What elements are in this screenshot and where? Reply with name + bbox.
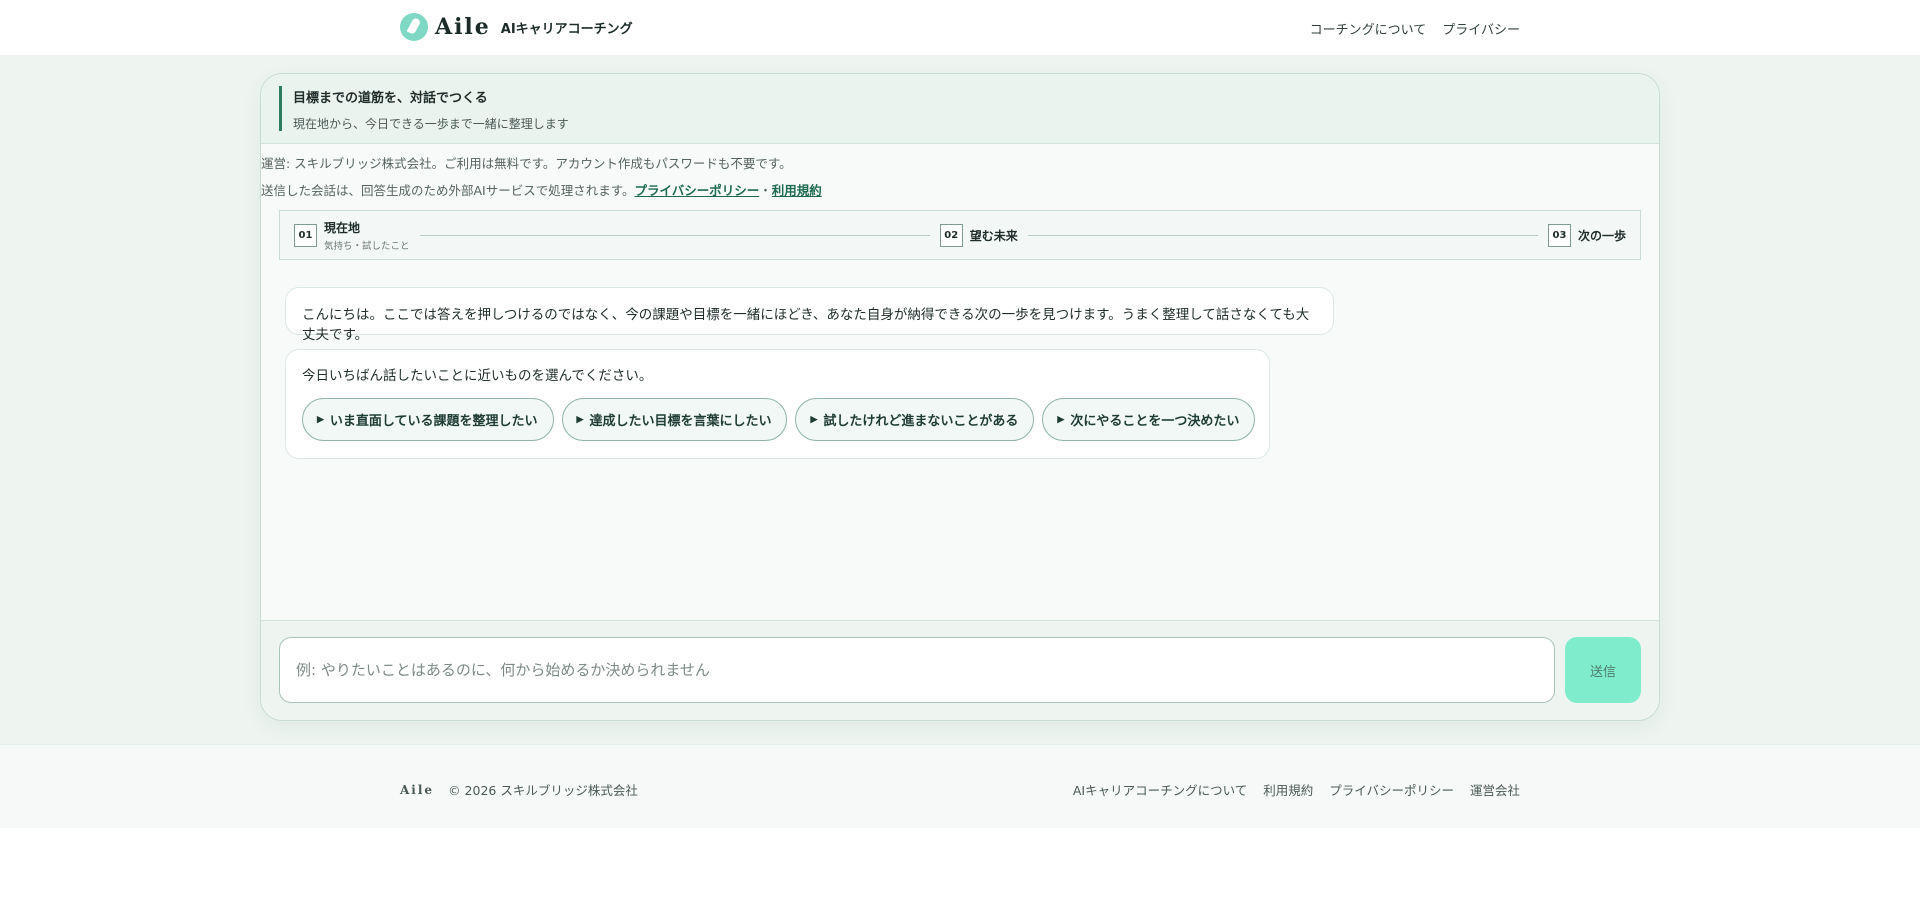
message-input[interactable] [279,637,1555,703]
step-next: 03 次の一歩 [1548,223,1627,247]
step-number: 01 [294,223,317,247]
play-triangle-icon: ▶ [1057,414,1065,424]
logo-wordmark: Aile [435,14,491,40]
leaf-logo-icon [400,13,428,41]
step-label: 現在地 [324,220,361,235]
choice-prompt: 今日いちばん話したいことに近いものを選んでください。 [302,368,653,384]
choice-chip-stuck[interactable]: ▶ 試したけれど進まないことがある [795,398,1035,441]
choice-chip-verbalize-goal[interactable]: ▶ 達成したい目標を言葉にしたい [561,398,788,441]
logo-subtitle: AIキャリアコーチング [500,21,633,37]
footer-link-terms[interactable]: 利用規約 [1263,780,1313,799]
assistant-message-greeting: こんにちは。ここでは答えを押しつけるのではなく、今の課題や目標を一緒にほどき、あ… [285,287,1334,343]
card-title: 目標までの道筋を、対話でつくる [293,91,488,106]
operator-notice: 運営: スキルブリッジ株式会社。ご利用は無料です。アカウント作成もパスワードも不… [261,156,792,171]
choice-chip-organize-issue[interactable]: ▶ いま直面している課題を整理したい [302,398,554,441]
footer-logo: Aile [400,782,435,797]
step-number: 02 [939,223,963,247]
choice-label: 次にやることを一つ決めたい [1070,413,1240,428]
choice-chip-decide-next[interactable]: ▶ 次にやることを一つ決めたい [1042,398,1256,441]
header-nav: コーチングについて プライバシー [1310,19,1520,38]
privacy-policy-link[interactable]: プライバシーポリシー [635,183,760,198]
footer-link-about[interactable]: AIキャリアコーチングについて [1073,780,1247,799]
footer-link-privacy[interactable]: プライバシーポリシー [1329,780,1454,799]
step-connector [419,234,930,236]
link-separator: ・ [759,183,772,198]
footer-brand: Aile © 2026 スキルブリッジ株式会社 [400,780,638,799]
play-triangle-icon: ▶ [810,414,818,424]
privacy-notice: 送信した会話は、回答生成のため外部AIサービスで処理されます。プライバシーポリシ… [261,181,1659,200]
assistant-message-choices: 今日いちばん話したいことに近いものを選んでください。 ▶ いま直面している課題を整… [285,349,1270,459]
card-subtitle: 現在地から、今日できる一歩まで一緒に整理します [293,117,569,131]
chat-card: 目標までの道筋を、対話でつくる 現在地から、今日できる一歩まで一緒に整理します … [260,73,1660,721]
message-composer: 送信 [261,620,1659,720]
terms-link[interactable]: 利用規約 [772,183,822,198]
step-connector [1027,234,1538,236]
send-button[interactable]: 送信 [1565,637,1641,703]
choice-label: 達成したい目標を言葉にしたい [589,413,772,428]
copyright: © 2026 スキルブリッジ株式会社 [448,783,638,798]
main-area: 目標までの道筋を、対話でつくる 現在地から、今日できる一歩まで一緒に整理します … [0,56,1920,744]
choice-label: 試したけれど進まないことがある [823,413,1019,428]
privacy-notice-text: 送信した会話は、回答生成のため外部AIサービスで処理されます。 [261,183,635,198]
step-sublabel: 気持ち・試したこと [324,240,410,252]
step-label: 次の一歩 [1578,228,1627,243]
card-header-accent: 目標までの道筋を、対話でつくる 現在地から、今日できる一歩まで一緒に整理します [279,86,1659,131]
step-current: 01 現在地 気持ち・試したこと [294,219,410,252]
nav-link-privacy[interactable]: プライバシー [1442,19,1520,38]
step-number: 03 [1548,223,1571,247]
step-future: 02 望む未来 [939,223,1018,247]
play-triangle-icon: ▶ [317,414,324,424]
play-triangle-icon: ▶ [576,414,584,424]
site-footer: Aile © 2026 スキルブリッジ株式会社 AIキャリアコーチングについて … [0,744,1920,828]
choice-label: いま直面している課題を整理したい [329,413,538,428]
step-label: 望む未来 [969,228,1018,243]
footer-nav: AIキャリアコーチングについて 利用規約 プライバシーポリシー 運営会社 [1073,780,1520,799]
logo[interactable]: Aile AIキャリアコーチング [400,13,633,41]
nav-link-coaching[interactable]: コーチングについて [1310,19,1427,38]
choice-list: ▶ いま直面している課題を整理したい ▶ 達成したい目標を言葉にしたい ▶ 試したけれ… [302,398,1256,441]
progress-steps: 01 現在地 気持ち・試したこと 02 望む未来 03 次の一歩 [279,210,1641,260]
footer-link-company[interactable]: 運営会社 [1470,780,1520,799]
card-header: 目標までの道筋を、対話でつくる 現在地から、今日できる一歩まで一緒に整理します [261,74,1659,144]
site-header: Aile AIキャリアコーチング コーチングについて プライバシー [0,0,1920,56]
